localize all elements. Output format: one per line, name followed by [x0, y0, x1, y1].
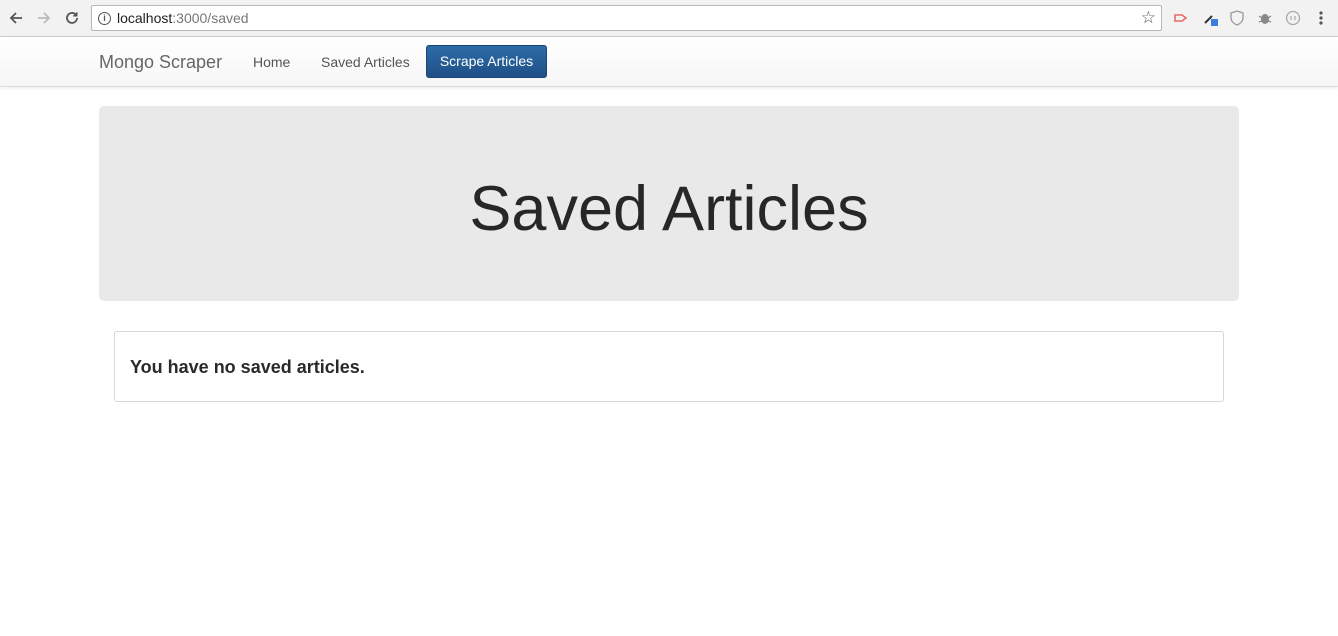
extension-eyedropper-icon[interactable]	[1202, 10, 1218, 26]
nav-link-home[interactable]: Home	[253, 54, 290, 70]
empty-state-panel: You have no saved articles.	[114, 331, 1224, 402]
jumbotron: Saved Articles	[99, 106, 1239, 301]
kebab-menu-icon[interactable]	[1313, 10, 1329, 26]
url-path: :3000/saved	[172, 10, 249, 26]
address-bar[interactable]: i localhost:3000/saved ☆	[91, 5, 1162, 31]
extension-tag-icon[interactable]	[1173, 10, 1189, 26]
navbar-brand[interactable]: Mongo Scraper	[99, 52, 222, 73]
empty-state-message: You have no saved articles.	[130, 357, 365, 377]
scrape-articles-button[interactable]: Scrape Articles	[426, 45, 547, 78]
browser-toolbar: i localhost:3000/saved ☆	[0, 0, 1338, 37]
reload-icon[interactable]	[62, 8, 82, 28]
extension-bug-icon[interactable]	[1257, 10, 1273, 26]
url-text[interactable]: localhost:3000/saved	[117, 10, 249, 26]
back-arrow-icon[interactable]	[6, 8, 26, 28]
forward-arrow-icon[interactable]	[34, 8, 54, 28]
star-icon[interactable]: ☆	[1141, 9, 1156, 27]
extension-circle-icon[interactable]	[1285, 10, 1301, 26]
extension-shield-icon[interactable]	[1229, 10, 1245, 26]
url-host: localhost	[117, 10, 173, 26]
nav-link-saved-articles[interactable]: Saved Articles	[321, 54, 410, 70]
navbar: Mongo Scraper Home Saved Articles Scrape…	[0, 37, 1338, 87]
info-icon[interactable]: i	[98, 12, 111, 25]
page-title: Saved Articles	[469, 174, 869, 244]
